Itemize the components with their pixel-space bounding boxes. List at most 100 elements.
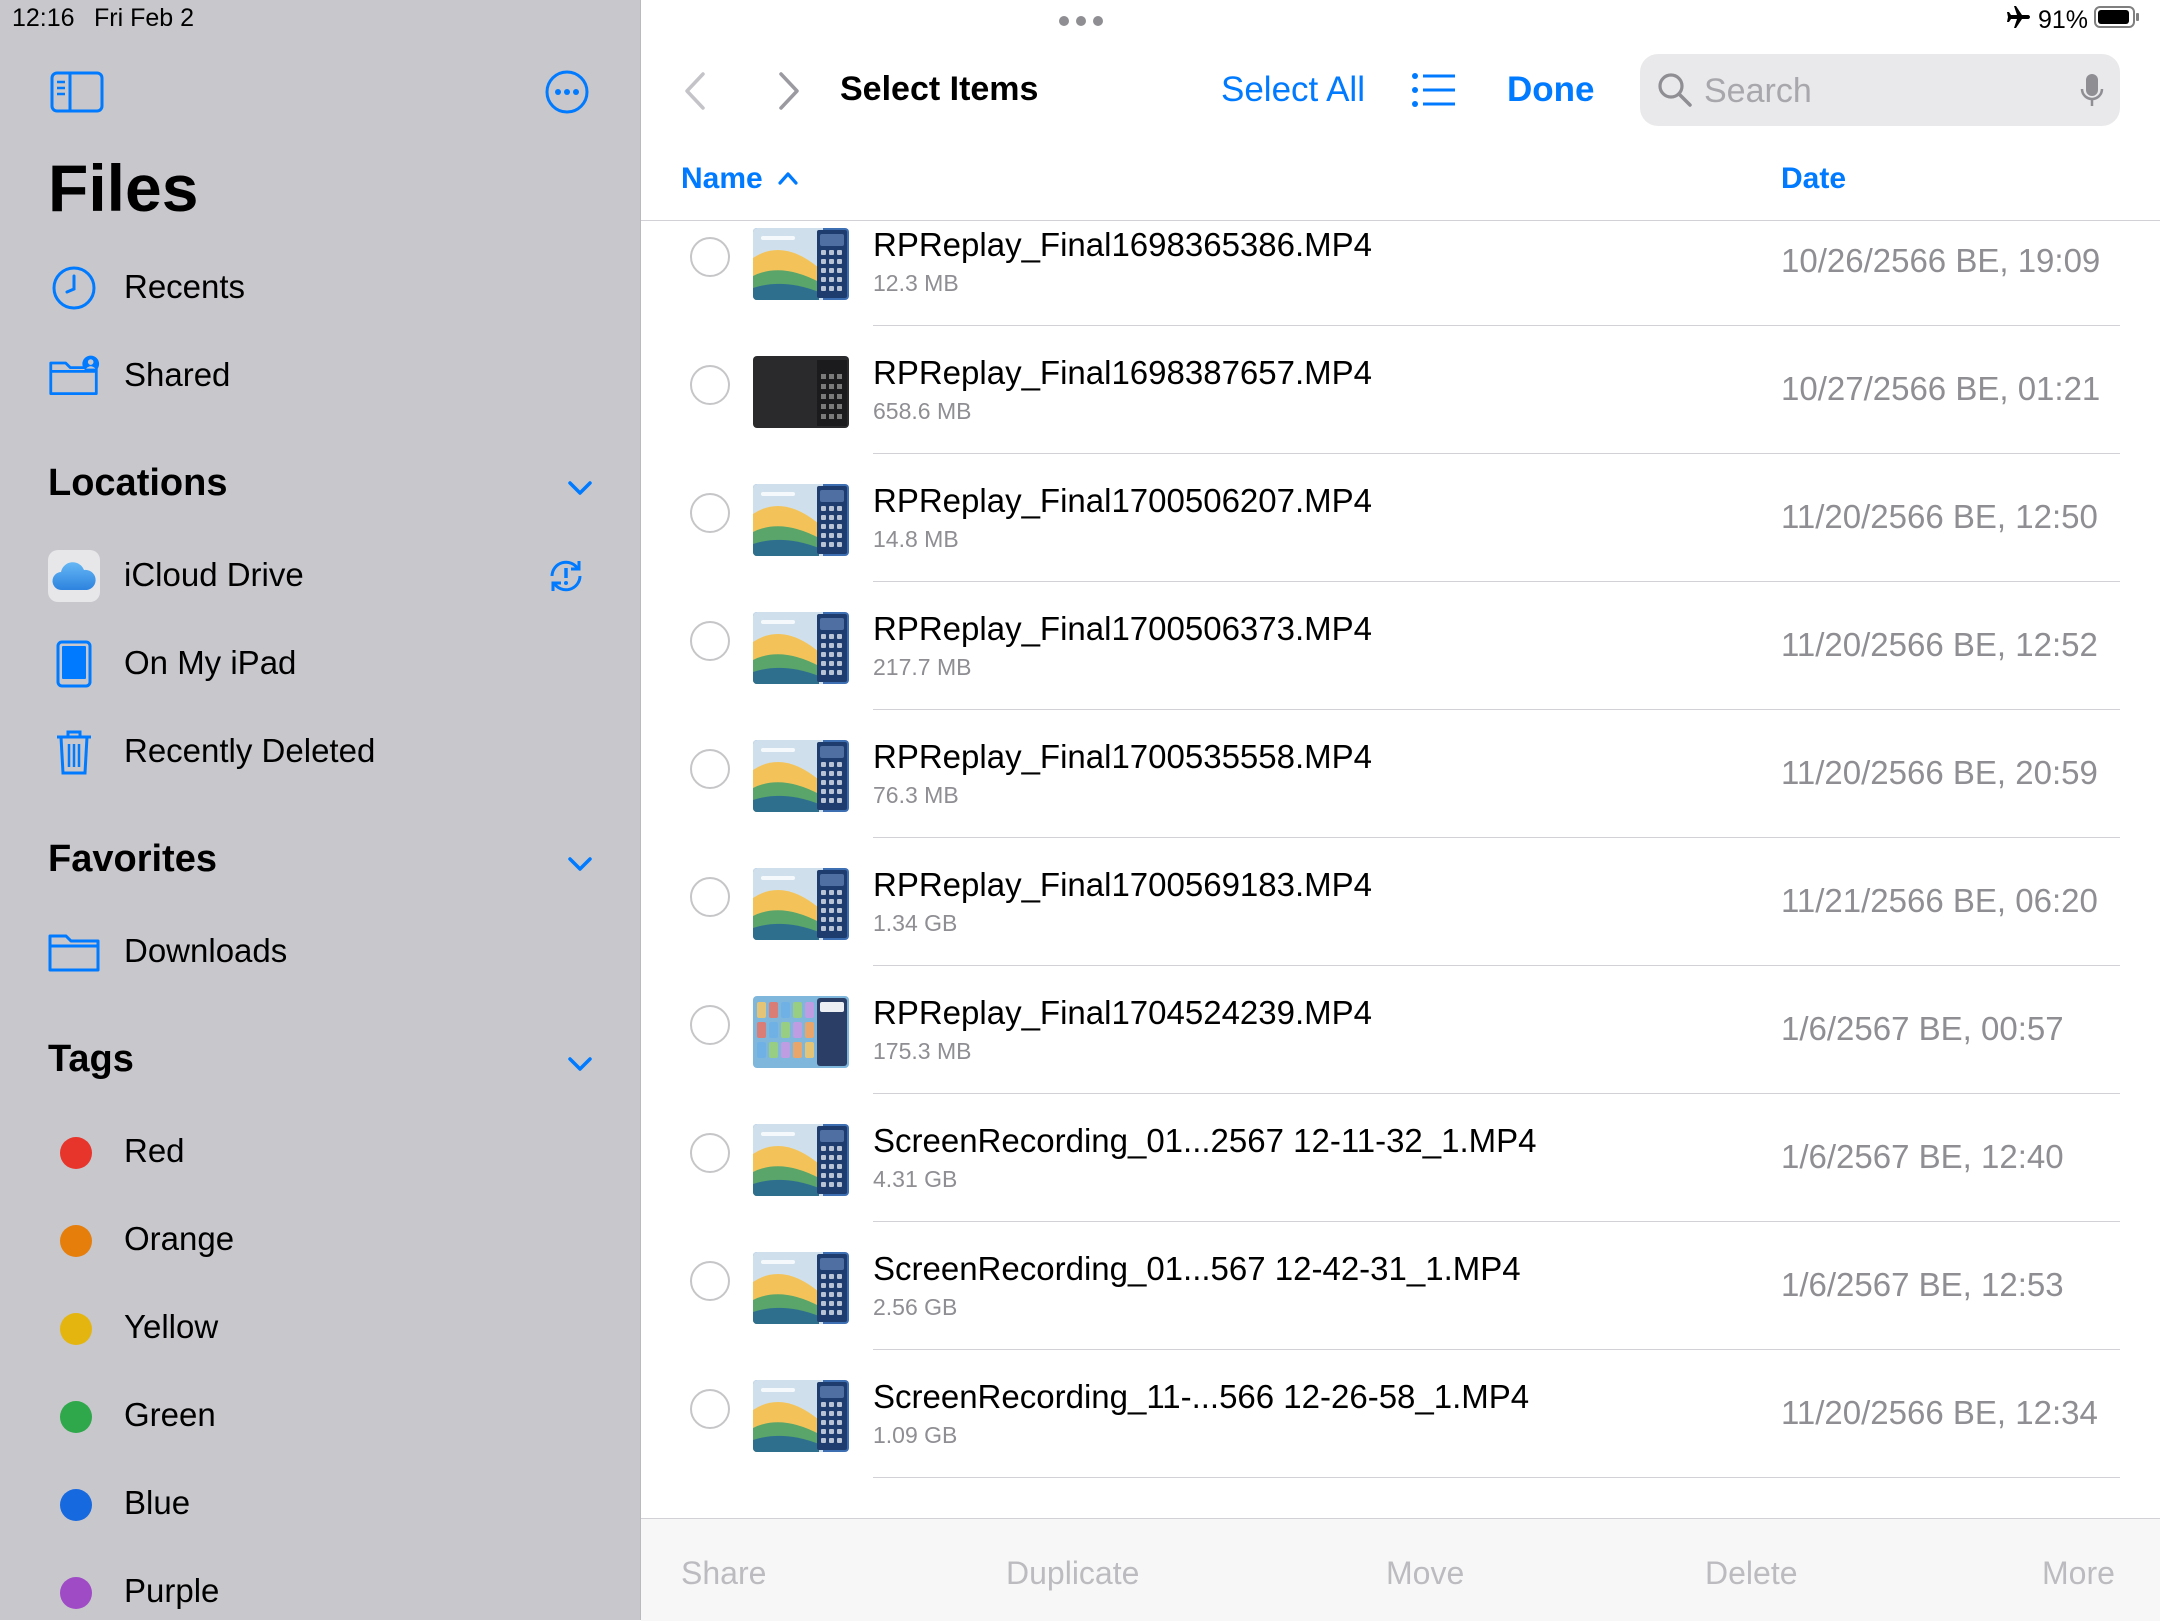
section-header-locations: Locations	[48, 462, 228, 504]
file-row[interactable]: RPReplay_Final1700506373.MP4 217.7 MB 11/2…	[641, 582, 2160, 710]
file-size: 12.3 MB	[873, 270, 959, 296]
video-thumbnail	[753, 356, 849, 428]
sync-alert-icon[interactable]	[544, 554, 588, 603]
file-row[interactable]: RPReplay_Final1698365386.MP4 12.3 MB 10/26…	[641, 220, 2160, 326]
sidebar-item-icloud-drive[interactable]: iCloud Drive	[0, 536, 640, 616]
folder-icon	[48, 926, 100, 978]
file-date: 11/21/2566 BE, 06:20	[1781, 882, 2098, 919]
sidebar-item-label: Blue	[124, 1484, 191, 1521]
select-all-button[interactable]: Select All	[1221, 70, 1365, 110]
section-header-tags: Tags	[48, 1038, 134, 1080]
file-size: 76.3 MB	[873, 782, 959, 808]
select-checkbox[interactable]	[690, 1133, 730, 1173]
sidebar-item-label: Shared	[124, 356, 231, 393]
sidebar-tag-purple[interactable]: Purple	[0, 1552, 640, 1620]
back-chevron-icon[interactable]	[681, 70, 709, 117]
file-row[interactable]: ScreenRecording_11-...566 12-26-58_1.MP4…	[641, 1350, 2160, 1478]
file-row[interactable]: ScreenRecording_01...2567 12-11-32_1.MP4…	[641, 1094, 2160, 1222]
select-checkbox[interactable]	[690, 365, 730, 405]
file-size: 1.09 GB	[873, 1422, 958, 1448]
microphone-icon[interactable]	[2080, 72, 2104, 115]
select-checkbox[interactable]	[690, 749, 730, 789]
sidebar-item-on-my-ipad[interactable]: On My iPad	[0, 624, 640, 704]
video-thumbnail	[753, 484, 849, 556]
more-button[interactable]: More	[2042, 1555, 2115, 1592]
video-thumbnail	[753, 868, 849, 940]
shared-folder-icon	[48, 350, 100, 402]
search-icon	[1656, 71, 1694, 114]
file-name: RPReplay_Final1704524239.MP4	[873, 994, 1372, 1031]
select-checkbox[interactable]	[690, 1261, 730, 1301]
chevron-down-icon[interactable]	[564, 848, 596, 880]
chevron-down-icon[interactable]	[564, 472, 596, 504]
file-row[interactable]: RPReplay_Final1700569183.MP4 1.34 GB 11/21…	[641, 838, 2160, 966]
forward-chevron-icon[interactable]	[775, 70, 803, 117]
video-thumbnail	[753, 612, 849, 684]
file-row[interactable]: RPReplay_Final1698387657.MP4 658.6 MB 10/2…	[641, 326, 2160, 454]
sidebar-item-label: Red	[124, 1132, 185, 1169]
sort-name-header[interactable]: Name	[681, 162, 799, 196]
file-date: 11/20/2566 BE, 12:34	[1781, 1394, 2098, 1431]
multitasking-handle[interactable]	[1059, 16, 1103, 26]
more-options-icon[interactable]	[543, 68, 591, 116]
file-size: 658.6 MB	[873, 398, 972, 424]
file-date: 1/6/2567 BE, 12:40	[1781, 1138, 2064, 1175]
file-row[interactable]: RPReplay_Final1700535558.MP4 76.3 MB 11/20…	[641, 710, 2160, 838]
row-separator	[873, 1477, 2120, 1478]
sidebar-item-recently-deleted[interactable]: Recently Deleted	[0, 712, 640, 792]
file-row[interactable]: ScreenRecording_01...567 12-42-31_1.MP4 2…	[641, 1222, 2160, 1350]
sidebar-item-label: Orange	[124, 1220, 235, 1257]
file-date: 11/20/2566 BE, 20:59	[1781, 754, 2098, 791]
ipad-icon	[48, 638, 100, 690]
sort-ascending-icon	[778, 172, 798, 185]
file-list[interactable]: RPReplay_Final1698365386.MP4 12.3 MB 10/26…	[641, 220, 2160, 1520]
search-input[interactable]	[1702, 54, 2046, 128]
select-checkbox[interactable]	[690, 621, 730, 661]
sidebar-tag-red[interactable]: Red	[0, 1112, 640, 1192]
sidebar-tag-yellow[interactable]: Yellow	[0, 1288, 640, 1368]
search-field[interactable]	[1640, 54, 2120, 128]
video-thumbnail	[753, 740, 849, 812]
sidebar: 12:16 Fri Feb 2 Files Recents Shared Loc…	[0, 0, 640, 1620]
sidebar-tag-orange[interactable]: Orange	[0, 1200, 640, 1280]
bottom-toolbar: Share Duplicate Move Delete More	[641, 1518, 2160, 1621]
list-view-icon[interactable]	[1411, 70, 1457, 115]
sidebar-item-downloads[interactable]: Downloads	[0, 912, 640, 992]
video-thumbnail	[753, 1252, 849, 1324]
select-checkbox[interactable]	[690, 1389, 730, 1429]
sidebar-tag-blue[interactable]: Blue	[0, 1464, 640, 1544]
sidebar-item-label: Recents	[124, 268, 246, 305]
delete-button[interactable]: Delete	[1705, 1555, 1798, 1592]
file-row[interactable]: RPReplay_Final1704524239.MP4 175.3 MB 1/6/…	[641, 966, 2160, 1094]
done-button[interactable]: Done	[1507, 70, 1595, 110]
select-checkbox[interactable]	[690, 877, 730, 917]
move-button[interactable]: Move	[1386, 1555, 1464, 1592]
main-pane: 91% Select Items Select All Done Name Da…	[641, 0, 2160, 1621]
sidebar-item-label: Recently Deleted	[124, 732, 376, 769]
sidebar-tag-green[interactable]: Green	[0, 1376, 640, 1456]
sidebar-item-recents[interactable]: Recents	[0, 248, 640, 328]
video-thumbnail	[753, 1380, 849, 1452]
file-date: 10/27/2566 BE, 01:21	[1781, 370, 2101, 407]
share-button[interactable]: Share	[681, 1555, 766, 1592]
column-header: Name Date	[641, 140, 2160, 221]
select-checkbox[interactable]	[690, 1005, 730, 1045]
sidebar-toggle-icon[interactable]	[50, 70, 106, 114]
file-name: RPReplay_Final1700535558.MP4	[873, 738, 1372, 775]
file-name: RPReplay_Final1700506373.MP4	[873, 610, 1372, 647]
select-checkbox[interactable]	[690, 237, 730, 277]
file-name: ScreenRecording_11-...566 12-26-58_1.MP4	[873, 1378, 1530, 1415]
duplicate-button[interactable]: Duplicate	[1006, 1555, 1139, 1592]
file-row[interactable]: RPReplay_Final1700506207.MP4 14.8 MB 11/20…	[641, 454, 2160, 582]
icloud-icon	[48, 550, 100, 602]
select-checkbox[interactable]	[690, 493, 730, 533]
sidebar-item-shared[interactable]: Shared	[0, 336, 640, 416]
sidebar-item-label: Yellow	[124, 1308, 219, 1345]
file-name: RPReplay_Final1698365386.MP4	[873, 226, 1372, 263]
sidebar-item-label: Green	[124, 1396, 216, 1433]
clock-icon	[48, 262, 100, 314]
chevron-down-icon[interactable]	[564, 1048, 596, 1080]
status-date: Fri Feb 2	[94, 4, 195, 32]
tag-color-dot	[60, 1313, 92, 1345]
sort-date-header[interactable]: Date	[1781, 162, 1846, 196]
